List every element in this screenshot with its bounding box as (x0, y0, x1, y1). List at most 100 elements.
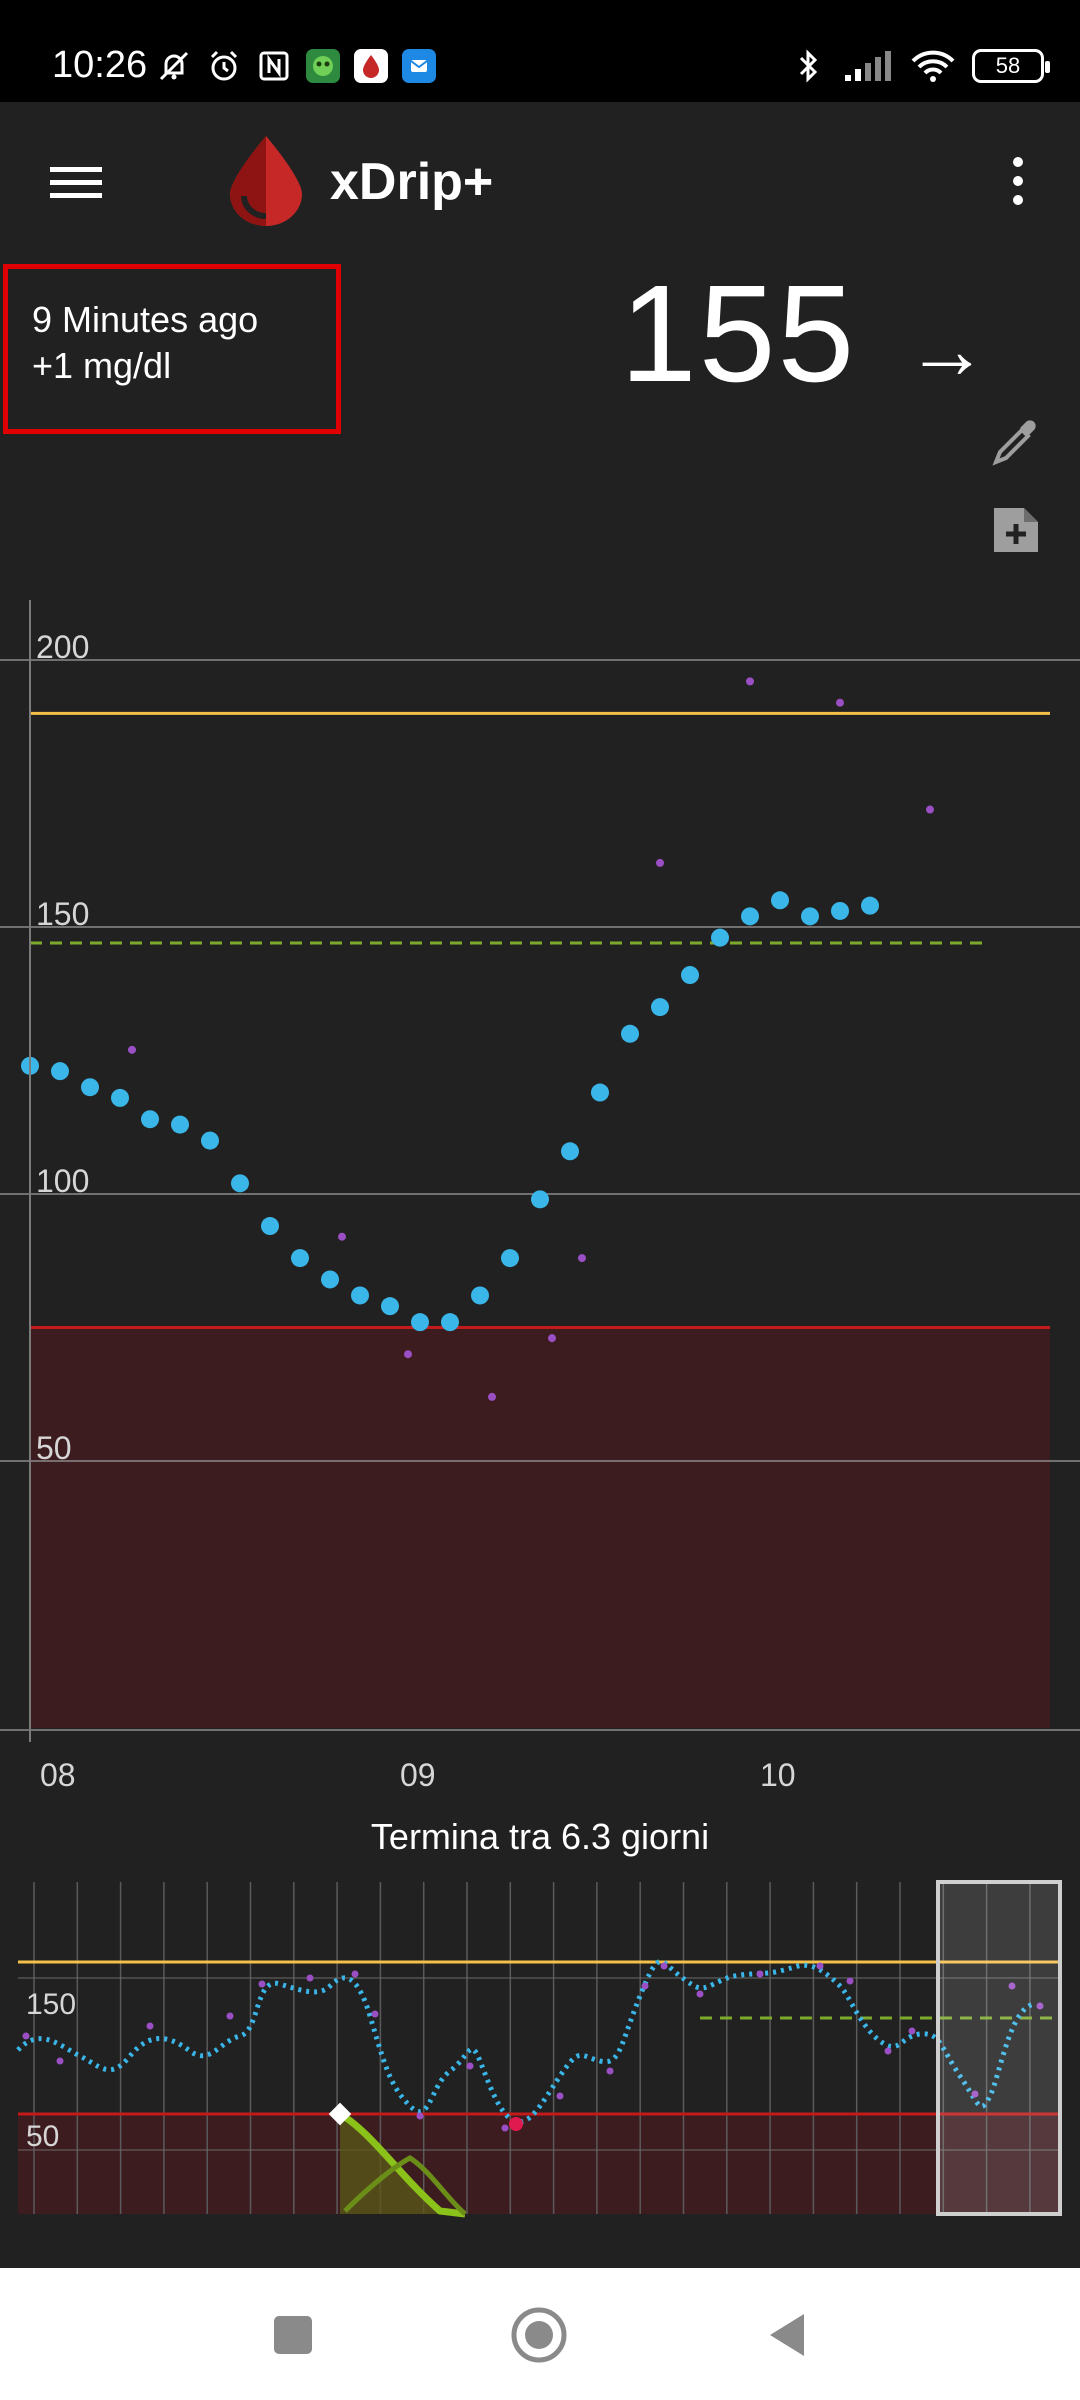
raw-point (488, 1392, 496, 1401)
preview-raw-point (846, 1977, 854, 1985)
preview-raw-point (606, 2067, 614, 2075)
glucose-point (261, 1217, 279, 1236)
add-note-button[interactable] (988, 502, 1044, 558)
glucose-point (471, 1286, 489, 1305)
raw-point (578, 1254, 586, 1263)
menu-button[interactable] (40, 150, 104, 214)
raw-point (656, 858, 664, 867)
glucose-point (561, 1142, 579, 1161)
glucose-point (81, 1078, 99, 1097)
y-tick-label-200: 200 (36, 629, 89, 665)
nfc-icon (256, 48, 292, 84)
glucose-point (171, 1115, 189, 1134)
more-vertical-icon (1013, 157, 1023, 205)
glucose-point (861, 896, 879, 915)
trend-arrow: → (906, 305, 988, 396)
reading-time-ago: 9 Minutes ago (32, 299, 259, 340)
recents-button[interactable] (258, 2300, 328, 2370)
glucose-point (621, 1024, 639, 1043)
preview-raw-point (351, 1970, 359, 1978)
raw-point (746, 677, 754, 686)
reading-info-box: 9 Minutes ago +1 mg/dl (3, 264, 341, 434)
glucose-point (531, 1190, 549, 1209)
glucose-point (501, 1249, 519, 1268)
glucose-point (441, 1313, 459, 1332)
preview-raw-point (556, 2092, 564, 2100)
note-add-icon (994, 508, 1038, 552)
app-bar: xDrip+ (0, 102, 1080, 258)
wifi-icon (910, 48, 956, 84)
glucose-point (141, 1110, 159, 1129)
glucose-value: 155 (620, 257, 857, 411)
raw-point (836, 698, 844, 707)
preview-y-label-50: 50 (26, 2120, 59, 2153)
battery-level: 58 (995, 53, 1021, 78)
preview-raw-point (641, 1982, 649, 1990)
preview-low-marker (509, 2117, 523, 2131)
preview-y-label-150: 150 (26, 1988, 76, 2021)
status-time: 10:26 (52, 44, 148, 86)
xdrip-logo-icon (222, 132, 310, 228)
glucose-point (51, 1062, 69, 1081)
raw-point (926, 805, 934, 814)
preview-glucose-trace (16, 1959, 1036, 2125)
calibrate-button[interactable] (988, 414, 1044, 470)
glucose-point (591, 1083, 609, 1102)
preview-raw-point (56, 2057, 64, 2065)
preview-raw-point (466, 2062, 474, 2070)
glucose-point (351, 1286, 369, 1305)
game-app-icon (306, 49, 340, 83)
glucose-point (771, 891, 789, 910)
preview-raw-point (696, 1990, 704, 1998)
preview-raw-point (258, 1980, 266, 1988)
glucose-point (381, 1297, 399, 1316)
bell-muted-icon (156, 48, 192, 84)
raw-point (404, 1350, 412, 1359)
preview-raw-point (22, 2032, 30, 2040)
home-button[interactable] (504, 2300, 574, 2370)
preview-viewport-handle[interactable] (936, 1880, 1062, 2216)
bluetooth-icon (790, 48, 826, 84)
home-circle-icon (511, 2307, 567, 2363)
glucose-point (741, 907, 759, 926)
sensor-expiry-text: Termina tra 6.3 giorni (370, 1816, 710, 1857)
back-triangle-icon (770, 2314, 804, 2356)
glucose-point (111, 1088, 129, 1107)
eyedropper-icon (992, 420, 1036, 466)
glucose-point (681, 966, 699, 985)
glucose-chart[interactable]: 200 150 100 50 08 09 10 (0, 600, 1080, 1790)
status-system-icons: 58 (790, 44, 1050, 88)
glucose-point (291, 1249, 309, 1268)
preview-raw-point (416, 2112, 424, 2120)
y-tick-label-100: 100 (36, 1163, 89, 1199)
glucose-point (231, 1174, 249, 1193)
signal-icon (842, 48, 894, 84)
xdrip-notification-icon (354, 49, 388, 83)
glucose-point (831, 901, 849, 920)
app-title: xDrip+ (330, 153, 494, 211)
preview-raw-point (371, 2010, 379, 2018)
preview-low-zone (18, 2114, 1058, 2214)
preview-raw-point (501, 2124, 509, 2132)
preview-raw-point (660, 1962, 668, 1970)
battery-icon: 58 (972, 49, 1050, 83)
x-tick-label-09: 09 (400, 1757, 436, 1790)
preview-raw-point (226, 2012, 234, 2020)
glucose-point (321, 1270, 339, 1289)
navigation-bar (0, 2268, 1080, 2400)
status-bar: 10:26 58 (0, 0, 1080, 102)
low-zone (30, 1327, 1050, 1728)
back-button[interactable] (752, 2300, 822, 2370)
x-tick-label-08: 08 (40, 1757, 76, 1790)
message-app-icon (402, 49, 436, 83)
overflow-menu-button[interactable] (990, 148, 1046, 214)
glucose-point (411, 1313, 429, 1332)
preview-chart[interactable]: 1112131415161718192021222300010203040506… (0, 1866, 1080, 2232)
status-notification-icons (156, 44, 436, 88)
raw-point (128, 1045, 136, 1054)
raw-point (338, 1232, 346, 1241)
y-tick-label-50: 50 (36, 1430, 72, 1466)
glucose-point (201, 1131, 219, 1150)
alarm-icon (206, 48, 242, 84)
preview-raw-point (756, 1970, 764, 1978)
